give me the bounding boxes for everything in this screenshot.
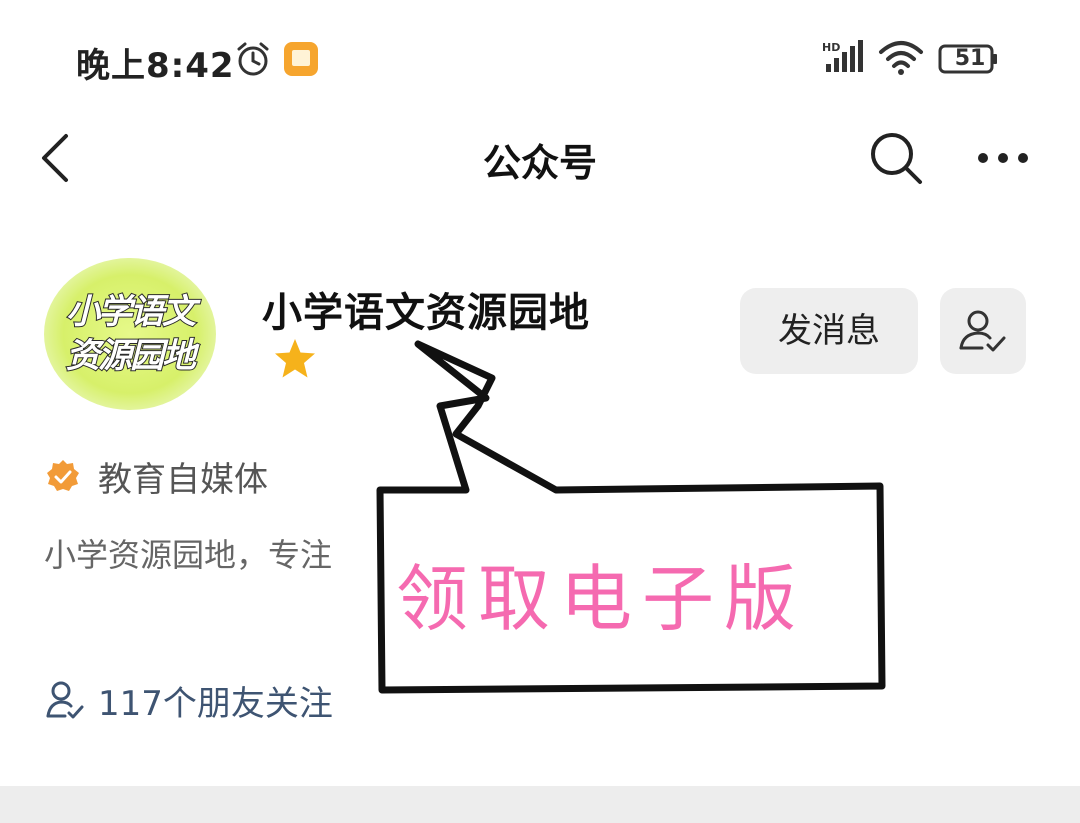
followed-user-icon bbox=[959, 310, 1006, 352]
follow-status-button[interactable] bbox=[940, 288, 1026, 374]
friends-following-count[interactable]: 117个朋友关注 bbox=[98, 676, 333, 725]
cellular-signal-icon: HD bbox=[822, 40, 863, 72]
account-description: 小学资源园地，专注 bbox=[44, 536, 333, 574]
star-icon[interactable] bbox=[272, 336, 318, 382]
avatar-text-line-1: 小学语文 bbox=[65, 291, 197, 333]
account-avatar[interactable]: 小学语文 资源园地 bbox=[44, 258, 216, 410]
send-message-button[interactable]: 发消息 bbox=[740, 288, 918, 374]
notes-app-icon bbox=[284, 42, 318, 76]
alarm-clock-icon bbox=[237, 42, 269, 76]
section-divider bbox=[0, 786, 1080, 823]
account-name: 小学语文资源园地 bbox=[262, 290, 590, 336]
avatar-text-line-2: 资源园地 bbox=[65, 335, 197, 377]
verified-category-label: 教育自媒体 bbox=[98, 460, 268, 500]
network-badge: HD bbox=[822, 41, 840, 54]
friends-icon bbox=[46, 681, 84, 719]
wifi-icon bbox=[879, 41, 923, 75]
callout-text: 领取电子版 bbox=[396, 557, 807, 641]
verified-badge-icon bbox=[47, 460, 79, 491]
status-time: 晚上8:42 bbox=[76, 46, 235, 86]
search-icon[interactable] bbox=[866, 128, 926, 188]
battery-level: 51 bbox=[954, 46, 986, 71]
more-options-icon[interactable] bbox=[976, 150, 1030, 166]
